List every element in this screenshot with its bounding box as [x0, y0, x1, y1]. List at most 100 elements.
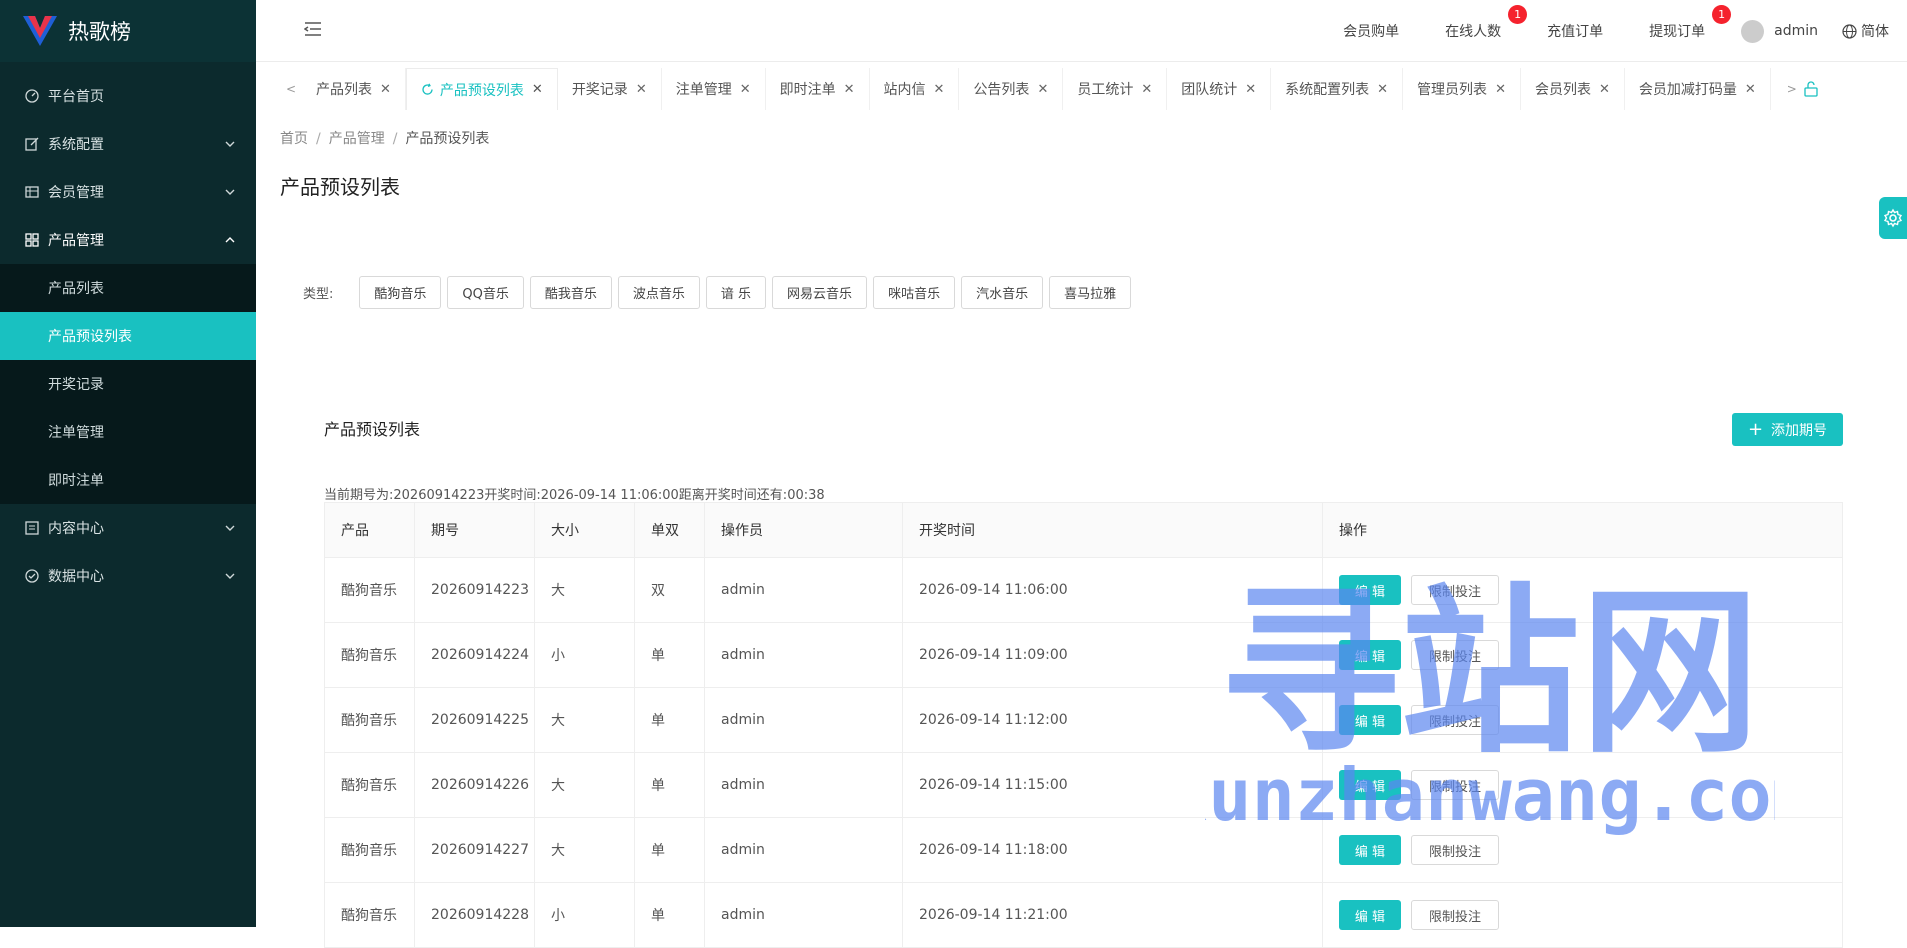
filter-chip[interactable]: 酷狗音乐: [359, 276, 442, 309]
edit-button[interactable]: 编 辑: [1339, 705, 1401, 735]
filter-chip[interactable]: 谙 乐: [705, 276, 767, 309]
breadcrumb-home[interactable]: 首页: [280, 131, 308, 147]
tab-controls: >: [1771, 68, 1819, 110]
sidebar-item-dashboard[interactable]: 平台首页: [0, 72, 256, 120]
sidebar-item-members[interactable]: 会员管理: [0, 168, 256, 216]
sidebar-item-data-center[interactable]: 数据中心: [0, 552, 256, 600]
close-icon[interactable]: ✕: [1495, 82, 1506, 97]
online-users-link[interactable]: 在线人数 1: [1445, 5, 1528, 41]
edit-button[interactable]: 编 辑: [1339, 835, 1401, 865]
tab-draw-records[interactable]: 开奖记录 ✕: [557, 68, 662, 110]
filter-chip[interactable]: 网易云音乐: [772, 276, 868, 309]
filter-chip[interactable]: 汽水音乐: [961, 276, 1044, 309]
gear-icon: [1883, 208, 1903, 228]
chevron-down-icon: [225, 525, 235, 531]
tab-admin-list[interactable]: 管理员列表 ✕: [1403, 68, 1521, 110]
language-switcher[interactable]: 简体: [1842, 21, 1889, 41]
edit-button[interactable]: 编 辑: [1339, 770, 1401, 800]
tab-system-config-list[interactable]: 系统配置列表 ✕: [1271, 68, 1404, 110]
submenu-item-product-presets[interactable]: 产品预设列表: [0, 312, 256, 360]
close-icon[interactable]: ✕: [636, 82, 647, 97]
cell-period: 20260914223: [414, 557, 535, 623]
filter-chip[interactable]: QQ音乐: [447, 276, 524, 309]
cell-parity: 双: [634, 557, 705, 623]
filter-chip[interactable]: 波点音乐: [617, 276, 700, 309]
tab-bet-management[interactable]: 注单管理 ✕: [661, 68, 766, 110]
edit-button[interactable]: 编 辑: [1339, 640, 1401, 670]
close-icon[interactable]: ✕: [1245, 82, 1256, 97]
close-icon[interactable]: ✕: [844, 82, 855, 97]
user-menu[interactable]: admin: [1741, 19, 1818, 43]
close-icon[interactable]: ✕: [1599, 82, 1610, 97]
withdraw-orders-link[interactable]: 提现订单 1: [1649, 5, 1732, 41]
tab-label: 注单管理: [675, 82, 732, 98]
submenu-item-draw-records[interactable]: 开奖记录: [0, 360, 256, 408]
tab-announcements[interactable]: 公告列表 ✕: [959, 68, 1064, 110]
table-row: 酷狗音乐 20260914226 大 单 admin 2026-09-14 11…: [324, 752, 1843, 818]
sidebar-item-label: 平台首页: [48, 89, 104, 105]
sidebar-item-products[interactable]: 产品管理: [0, 216, 256, 264]
menu-toggle-icon[interactable]: [304, 20, 322, 38]
sidebar-item-label: 会员管理: [48, 185, 104, 201]
withdraw-orders-badge: 1: [1712, 5, 1732, 24]
tab-member-list[interactable]: 会员列表 ✕: [1520, 68, 1625, 110]
close-icon[interactable]: ✕: [1745, 82, 1756, 97]
close-icon[interactable]: ✕: [740, 82, 751, 97]
sidebar-item-content-center[interactable]: 内容中心: [0, 504, 256, 552]
cell-product: 酷狗音乐: [324, 752, 415, 818]
filter-chip[interactable]: 酷我音乐: [529, 276, 612, 309]
breadcrumb-section[interactable]: 产品管理: [329, 131, 385, 147]
add-period-button[interactable]: + 添加期号: [1732, 413, 1843, 446]
tab-team-stats[interactable]: 团队统计 ✕: [1167, 68, 1272, 110]
tab-product-list[interactable]: 产品列表 ✕: [302, 68, 406, 110]
online-users-badge: 1: [1508, 5, 1528, 24]
cell-operator: admin: [704, 752, 903, 818]
edit-button[interactable]: 编 辑: [1339, 900, 1401, 930]
limit-bet-button[interactable]: 限制投注: [1411, 900, 1499, 930]
tab-scroll-right-icon[interactable]: >: [1781, 82, 1803, 96]
limit-bet-button[interactable]: 限制投注: [1411, 575, 1499, 605]
sidebar-item-system-config[interactable]: 系统配置: [0, 120, 256, 168]
tab-live-bets[interactable]: 即时注单 ✕: [765, 68, 870, 110]
tab-scroll-left-icon[interactable]: <: [280, 68, 302, 110]
close-icon[interactable]: ✕: [1037, 82, 1048, 97]
tab-product-presets[interactable]: 产品预设列表 ✕: [405, 68, 558, 110]
column-header: 产品: [324, 502, 415, 558]
cell-operator: admin: [704, 882, 903, 948]
settings-button[interactable]: [1879, 197, 1907, 239]
avatar: [1741, 19, 1765, 43]
chevron-down-icon: [225, 141, 235, 147]
submenu-item-live-bets[interactable]: 即时注单: [0, 456, 256, 504]
limit-bet-button[interactable]: 限制投注: [1411, 705, 1499, 735]
close-icon[interactable]: ✕: [1377, 82, 1388, 97]
online-users-label: 在线人数: [1445, 24, 1502, 40]
tab-staff-stats[interactable]: 员工统计 ✕: [1063, 68, 1168, 110]
sidebar-menu: 平台首页 系统配置 会员管理 产品管理 产品列表 产品预设列表 开奖记录 注单管…: [0, 62, 256, 600]
close-icon[interactable]: ✕: [934, 82, 945, 97]
close-icon[interactable]: ✕: [532, 82, 543, 97]
submenu-item-bet-management[interactable]: 注单管理: [0, 408, 256, 456]
limit-bet-button[interactable]: 限制投注: [1411, 835, 1499, 865]
member-orders-link[interactable]: 会员购单: [1343, 21, 1399, 41]
tab-messages[interactable]: 站内信 ✕: [869, 68, 960, 110]
breadcrumb-separator: /: [316, 131, 321, 147]
filter-chip[interactable]: 喜马拉雅: [1049, 276, 1132, 309]
unlock-icon[interactable]: [1803, 81, 1819, 97]
recharge-orders-link[interactable]: 充值订单: [1547, 21, 1603, 41]
cell-draw-time: 2026-09-14 11:09:00: [902, 622, 1323, 688]
close-icon[interactable]: ✕: [380, 82, 391, 97]
close-icon[interactable]: ✕: [1141, 82, 1152, 97]
globe-icon: [1842, 23, 1857, 39]
filter-chip[interactable]: 咪咕音乐: [873, 276, 956, 309]
limit-bet-button[interactable]: 限制投注: [1411, 770, 1499, 800]
cell-operator: admin: [704, 622, 903, 688]
limit-bet-button[interactable]: 限制投注: [1411, 640, 1499, 670]
tab-member-wagering[interactable]: 会员加减打码量 ✕: [1624, 68, 1771, 110]
tab-label: 员工统计: [1077, 82, 1134, 98]
edit-button[interactable]: 编 辑: [1339, 575, 1401, 605]
logo[interactable]: 热歌榜: [0, 0, 256, 62]
cell-product: 酷狗音乐: [324, 557, 415, 623]
table-row: 酷狗音乐 20260914224 小 单 admin 2026-09-14 11…: [324, 622, 1843, 688]
submenu-item-product-list[interactable]: 产品列表: [0, 264, 256, 312]
dashboard-icon: [24, 88, 40, 104]
